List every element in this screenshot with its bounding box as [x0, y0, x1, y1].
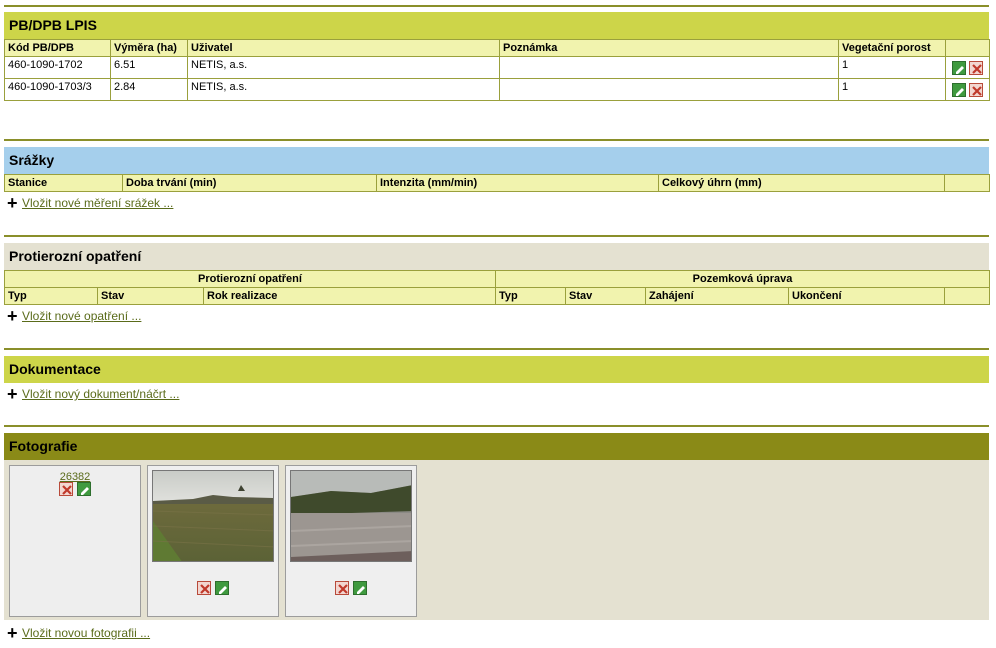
delete-icon[interactable]: [58, 481, 73, 496]
photo-actions: [286, 579, 416, 597]
col-poznamka: Poznámka: [499, 39, 839, 57]
table-row: 460-1090-1703/3 2.84 NETIS, a.s. 1: [4, 78, 990, 101]
lpis-table: Kód PB/DPB Výměra (ha) Uživatel Poznámka…: [4, 39, 990, 101]
field-photo-image: [291, 471, 411, 561]
edit-icon[interactable]: [77, 481, 92, 496]
lpis-section: PB/DPB LPIS Kód PB/DPB Výměra (ha) Uživa…: [4, 12, 990, 101]
row-actions: [945, 56, 990, 79]
col-kod: Kód PB/DPB: [4, 39, 111, 57]
add-photo-row: + Vložit novou fotografii ...: [4, 622, 989, 644]
section-divider: [4, 5, 989, 7]
col-zahajeni: Zahájení: [645, 287, 789, 305]
dokumentace-title: Dokumentace: [4, 356, 989, 383]
delete-icon[interactable]: [969, 82, 984, 97]
delete-icon[interactable]: [969, 60, 984, 75]
plus-icon[interactable]: +: [4, 194, 22, 212]
cell-porost: 1: [838, 56, 946, 79]
protierozni-title: Protierozní opatření: [4, 243, 989, 270]
photo-card: [285, 465, 417, 617]
srazky-header-row: Stanice Doba trvání (min) Intenzita (mm/…: [4, 174, 990, 192]
photo-gallery: 26382: [4, 460, 989, 620]
section-divider: [4, 235, 989, 237]
plus-icon[interactable]: +: [4, 624, 22, 642]
add-dokument-row: + Vložit nový dokument/náčrt ...: [4, 383, 989, 405]
srazky-title: Srážky: [4, 147, 989, 174]
cell-kod: 460-1090-1703/3: [4, 78, 111, 101]
cell-poznamka: [499, 78, 839, 101]
lpis-header-row: Kód PB/DPB Výměra (ha) Uživatel Poznámka…: [4, 39, 990, 57]
col-stanice: Stanice: [4, 174, 123, 192]
row-actions: [945, 78, 990, 101]
col-doba: Doba trvání (min): [122, 174, 377, 192]
plus-icon[interactable]: +: [4, 385, 22, 403]
col-porost: Vegetační porost: [838, 39, 946, 57]
edit-icon[interactable]: [215, 580, 230, 595]
edit-icon[interactable]: [951, 60, 966, 75]
cell-vymera: 2.84: [110, 78, 188, 101]
srazky-section: Srážky Stanice Doba trvání (min) Intenzi…: [4, 147, 990, 214]
dokumentace-section: Dokumentace + Vložit nový dokument/náčrt…: [4, 356, 989, 405]
add-opatreni-row: + Vložit nové opatření ...: [4, 305, 989, 327]
cell-kod: 460-1090-1702: [4, 56, 111, 79]
col-rok: Rok realizace: [203, 287, 496, 305]
cell-porost: 1: [838, 78, 946, 101]
srazky-table: Stanice Doba trvání (min) Intenzita (mm/…: [4, 174, 990, 192]
photo-actions: [148, 579, 278, 597]
add-photo-link[interactable]: Vložit novou fotografii ...: [22, 626, 150, 640]
plus-icon[interactable]: +: [4, 307, 22, 325]
col-uhrn: Celkový úhrn (mm): [658, 174, 945, 192]
cell-vymera: 6.51: [110, 56, 188, 79]
group-protierozni: Protierozní opatření: [4, 270, 496, 288]
col-intenzita: Intenzita (mm/min): [376, 174, 659, 192]
edit-icon[interactable]: [353, 580, 368, 595]
protierozni-section: Protierozní opatření Protierozní opatřen…: [4, 243, 991, 327]
cell-uzivatel: NETIS, a.s.: [187, 56, 500, 79]
add-srazky-row: + Vložit nové měření srážek ...: [4, 192, 989, 214]
col-ukonceni: Ukončení: [788, 287, 945, 305]
col-stav: Stav: [97, 287, 204, 305]
protierozni-table: Protierozní opatření Pozemková úprava Ty…: [4, 270, 991, 305]
cell-poznamka: [499, 56, 839, 79]
protierozni-group-row: Protierozní opatření Pozemková úprava: [4, 270, 991, 288]
table-row: 460-1090-1702 6.51 NETIS, a.s. 1: [4, 56, 990, 79]
photo-thumbnail[interactable]: [290, 470, 412, 562]
lpis-title: PB/DPB LPIS: [4, 12, 989, 39]
col-vymera: Výměra (ha): [110, 39, 188, 57]
group-pozemkova: Pozemková úprava: [494, 270, 991, 288]
col-actions: [943, 287, 991, 305]
section-divider: [4, 139, 989, 141]
fotografie-section: Fotografie 26382 + Vložit novou fotograf…: [4, 433, 989, 644]
cell-uzivatel: NETIS, a.s.: [187, 78, 500, 101]
delete-icon[interactable]: [334, 580, 349, 595]
edit-icon[interactable]: [951, 82, 966, 97]
protierozni-header-row: Typ Stav Rok realizace Typ Stav Zahájení…: [4, 287, 991, 305]
col-stav-pu: Stav: [565, 287, 646, 305]
add-opatreni-link[interactable]: Vložit nové opatření ...: [22, 309, 141, 323]
col-actions: [944, 174, 990, 192]
field-photo-image: [153, 471, 273, 561]
col-typ: Typ: [4, 287, 98, 305]
col-uzivatel: Uživatel: [187, 39, 500, 57]
delete-icon[interactable]: [196, 580, 211, 595]
photo-thumbnail[interactable]: [152, 470, 274, 562]
section-divider: [4, 348, 989, 350]
section-divider: [4, 425, 989, 427]
col-typ-pu: Typ: [495, 287, 566, 305]
photo-actions: [10, 480, 140, 498]
add-dokument-link[interactable]: Vložit nový dokument/náčrt ...: [22, 387, 179, 401]
col-actions: [945, 39, 990, 57]
photo-card: [147, 465, 279, 617]
add-srazky-link[interactable]: Vložit nové měření srážek ...: [22, 196, 173, 210]
photo-card: 26382: [9, 465, 141, 617]
fotografie-title: Fotografie: [4, 433, 989, 460]
